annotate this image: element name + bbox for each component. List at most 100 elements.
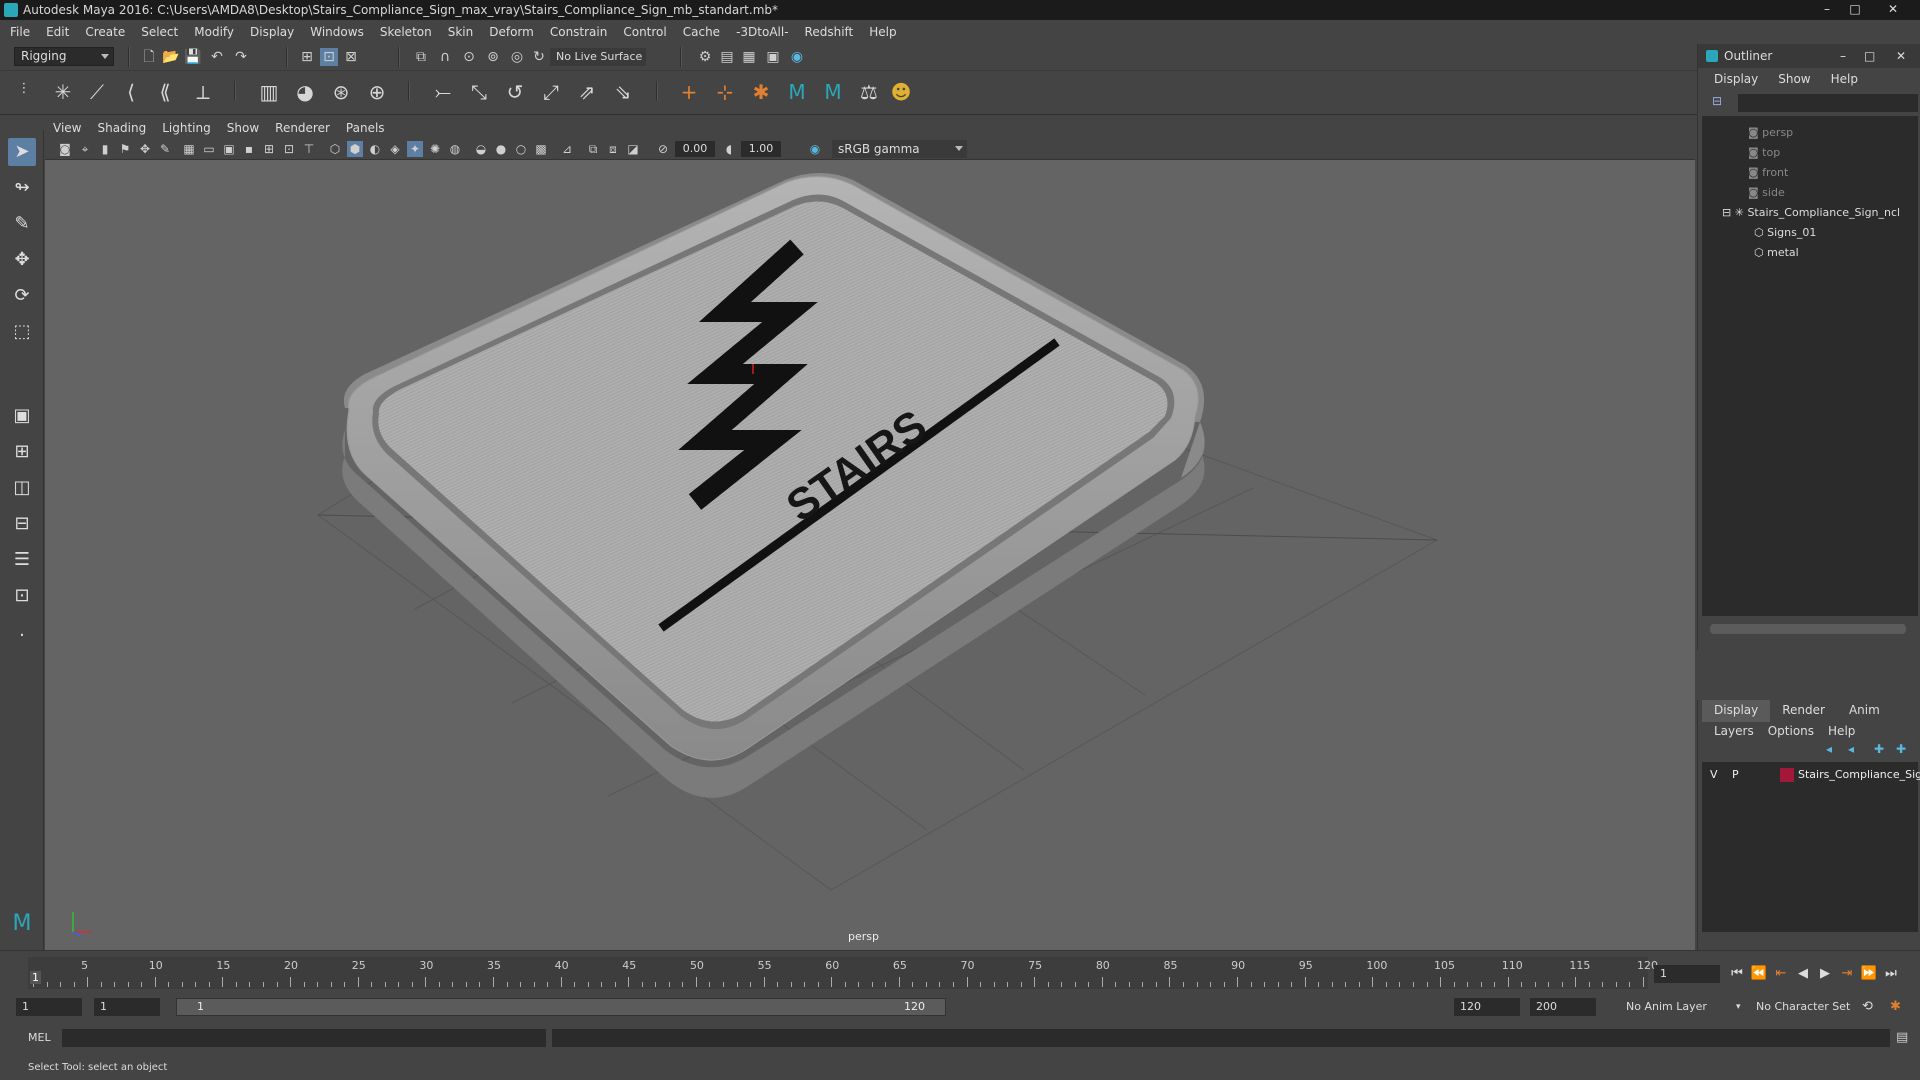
outliner-item[interactable]: ⊟ ✳ Stairs_Compliance_Sign_ncl [1722,204,1900,222]
snap-point-icon[interactable]: ⊙ [460,48,478,66]
joint-tool-icon[interactable]: ✳ [50,79,76,105]
panel-menu-shading[interactable]: Shading [97,121,146,135]
color-management-icon[interactable]: ◉ [807,141,823,157]
exposure-field[interactable]: 0.00 [675,141,715,157]
outliner-filter-icon[interactable]: ⊟ [1712,94,1730,112]
play-backward-icon[interactable]: ◀ [1794,965,1812,983]
menu-3dtoall[interactable]: -3DtoAll- [736,25,788,39]
anti-alias-icon[interactable]: ● [493,141,509,157]
maximize-button[interactable]: □ [1842,0,1868,20]
snap-view-icon[interactable]: ⊚ [484,48,502,66]
playback-end-field[interactable]: 120 [1454,998,1520,1016]
locator-icon[interactable]: + [676,79,702,105]
move-layer-up-icon[interactable]: ◂ [1826,742,1832,756]
grid-toggle-icon[interactable]: ▦ [181,141,197,157]
shadows-icon[interactable]: ✺ [427,141,443,157]
panel-menu-renderer[interactable]: Renderer [275,121,330,135]
resolution-gate-icon[interactable]: ▣ [221,141,237,157]
menu-control[interactable]: Control [623,25,666,39]
menu-skin[interactable]: Skin [448,25,474,39]
minimize-button[interactable]: – [1840,44,1846,68]
current-frame-field[interactable]: 1 [1654,965,1720,983]
scale-tool-icon[interactable]: ⬚ [8,318,36,346]
outliner-item[interactable]: ◙ side [1748,184,1785,202]
mel-input[interactable] [62,1029,546,1047]
lattice-icon[interactable]: ⊛ [328,79,354,105]
pole-vector-icon[interactable]: ⇘ [610,79,636,105]
outliner-layout-icon[interactable]: ☰ [8,546,36,574]
anim-layer-dropdown[interactable]: No Anim Layer [1626,998,1707,1016]
viewport-panel[interactable]: View Shading Lighting Show Renderer Pane… [45,118,1695,950]
snap-curve-icon[interactable]: ∩ [436,48,454,66]
mel-label[interactable]: MEL [28,1031,51,1044]
menu-file[interactable]: File [10,25,30,39]
outliner-item[interactable]: ◙ front [1748,164,1788,182]
step-back-icon[interactable]: ⏪ [1750,965,1768,983]
range-slider-bar[interactable]: 1 120 [176,998,946,1016]
point-constraint-icon[interactable]: ⤡ [466,79,492,105]
anim-prefs-icon[interactable]: ✱ [1890,998,1901,1016]
color-space-dropdown[interactable]: sRGB gamma [832,140,967,158]
menu-display[interactable]: Display [250,25,294,39]
render-frame-icon[interactable]: ▤ [718,48,736,66]
panel-menu-lighting[interactable]: Lighting [162,121,211,135]
bind-skin-icon[interactable]: ▥ [256,79,282,105]
start-time-field[interactable]: 1 [16,998,82,1016]
render-view-icon[interactable]: ▣ [764,48,782,66]
wireframe-icon[interactable]: ⬡ [327,141,343,157]
close-button[interactable]: ✕ [1896,44,1906,68]
minimize-button[interactable]: – [1814,0,1840,20]
quick-rig-icon[interactable]: ☻ [888,79,914,105]
layer-name[interactable]: Stairs_Compliance_Sig [1798,768,1920,781]
go-to-start-icon[interactable]: ⏮ [1728,965,1746,983]
render-settings-icon[interactable]: ⚙ [696,48,714,66]
depth-field-icon[interactable]: ○ [513,141,529,157]
hypershade-icon[interactable]: ◉ [788,48,806,66]
hik-icon[interactable]: M [784,79,810,105]
playback-start-field[interactable]: 1 [94,998,160,1016]
toolbox-more-icon[interactable]: · [8,622,36,650]
side-by-side-icon[interactable]: ◫ [8,474,36,502]
new-scene-icon[interactable]: 🗋 [140,48,158,66]
outliner-item[interactable]: ◙ top [1748,144,1780,162]
graph-layout-icon[interactable]: ⊡ [8,582,36,610]
film-gate-icon[interactable]: ▭ [201,141,217,157]
layer-row[interactable]: V P Stairs_Compliance_Sig [1702,766,1920,784]
outliner-menu-show[interactable]: Show [1778,72,1810,86]
two-d-pan-icon[interactable]: ✥ [137,141,153,157]
outliner-item[interactable]: ◙ persp [1748,124,1793,142]
ipr-render-icon[interactable]: ▦ [740,48,758,66]
ik-handle-icon[interactable]: ⟋ [84,79,110,105]
move-layer-down-icon[interactable]: ◂ [1848,742,1854,756]
menu-help[interactable]: Help [869,25,896,39]
layer-color-swatch[interactable] [1780,768,1794,782]
undo-icon[interactable]: ↶ [208,48,226,66]
new-layer-icon[interactable]: ✚ [1874,742,1884,756]
outliner-item[interactable]: ⬡ metal [1754,244,1799,262]
scene-3d-view[interactable]: STAIRS [45,160,1695,950]
tab-render[interactable]: Render [1770,700,1837,722]
xray-components-icon[interactable]: ⧈ [605,141,621,157]
layer-visibility-toggle[interactable]: V [1710,768,1718,781]
menu-edit[interactable]: Edit [46,25,69,39]
gamma-field[interactable]: 1.00 [741,141,781,157]
select-object-icon[interactable]: ⊡ [320,48,338,66]
textured-icon[interactable]: ◈ [387,141,403,157]
ik-spline-icon[interactable]: ⟨ [118,79,144,105]
move-tool-icon[interactable]: ✥ [8,246,36,274]
xray-joints-icon[interactable]: ⧉ [585,141,601,157]
orient-constraint-icon[interactable]: ↺ [502,79,528,105]
paint-select-icon[interactable]: ✎ [8,210,36,238]
save-scene-icon[interactable]: 💾 [184,48,202,66]
menu-skeleton[interactable]: Skeleton [380,25,432,39]
auto-key-icon[interactable]: ⟲ [1862,998,1873,1016]
exposure-icon[interactable]: ⊘ [655,141,671,157]
rotate-tool-icon[interactable]: ⟳ [8,282,36,310]
ambient-occlusion-icon[interactable]: ◍ [447,141,463,157]
smooth-skin-icon[interactable]: ◕ [292,79,318,105]
panel-menu-panels[interactable]: Panels [346,121,385,135]
lights-icon[interactable]: ✦ [407,141,423,157]
safe-action-icon[interactable]: ⊡ [281,141,297,157]
camera-attr-icon[interactable]: ⌖ [77,141,93,157]
fk-icon[interactable]: ✱ [748,79,774,105]
